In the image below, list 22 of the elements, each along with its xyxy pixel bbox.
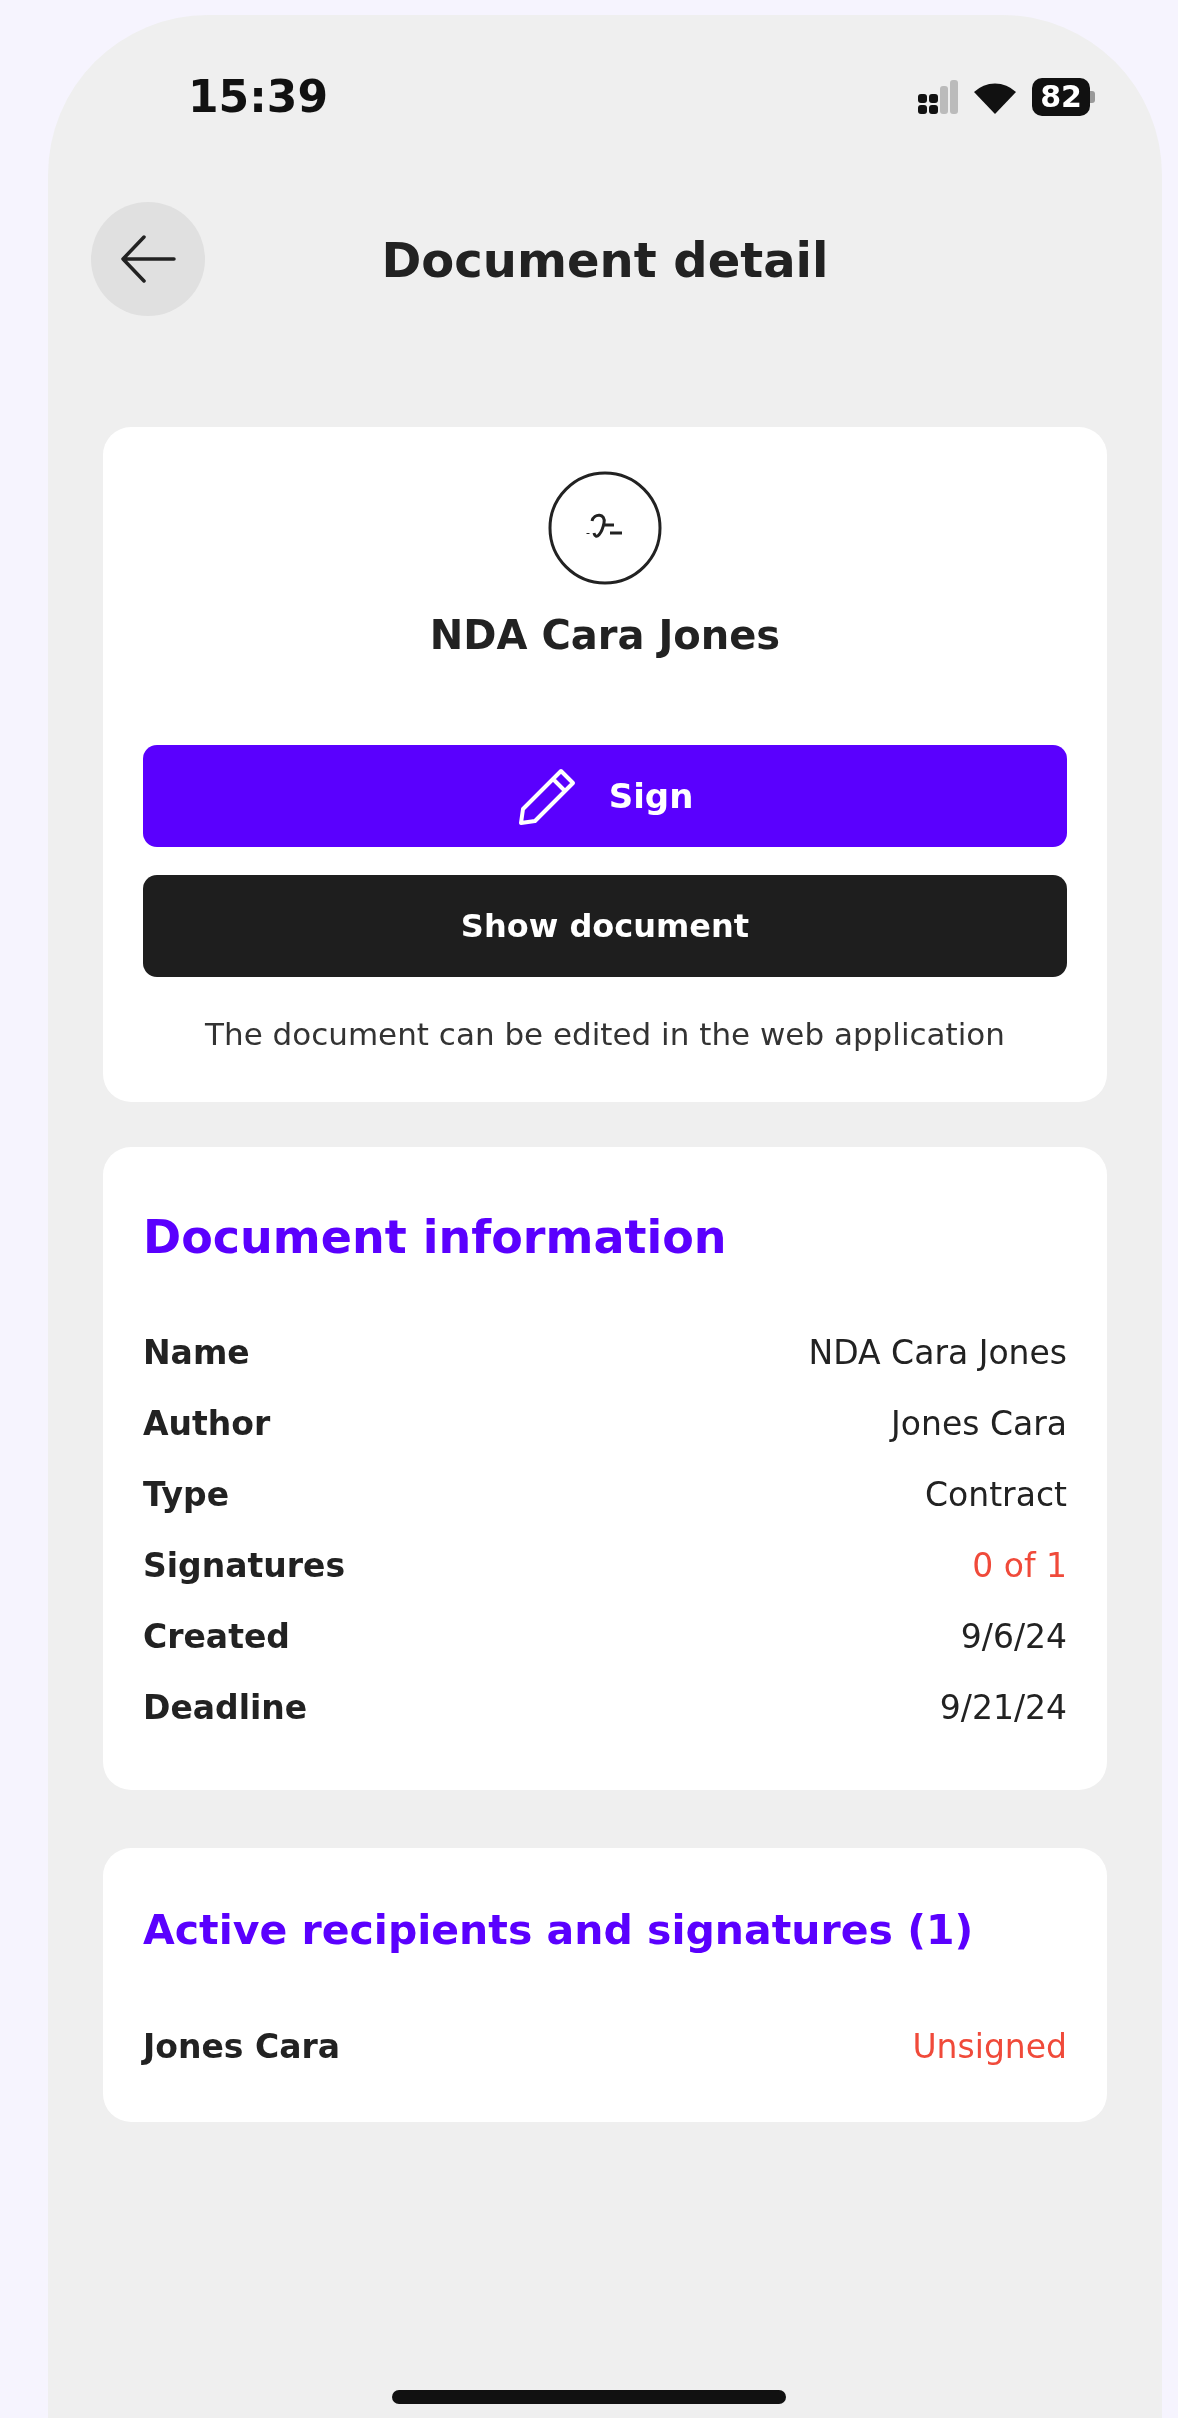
info-heading: Document information <box>143 1208 728 1266</box>
info-value: 9/6/24 <box>960 1616 1067 1659</box>
document-title: NDA Cara Jones <box>429 611 781 660</box>
info-label: Author <box>143 1403 271 1446</box>
info-label: Signatures <box>143 1545 346 1588</box>
sign-button[interactable]: Sign <box>143 745 1067 847</box>
show-document-button[interactable]: Show document <box>143 875 1067 977</box>
info-value: Jones Cara <box>891 1403 1067 1446</box>
recipient-name: Jones Cara <box>143 2025 340 2068</box>
info-value: 9/21/24 <box>939 1687 1067 1730</box>
signature-status: Unsigned <box>912 2025 1067 2068</box>
info-label: Deadline <box>143 1687 308 1730</box>
info-value: NDA Cara Jones <box>808 1332 1067 1375</box>
info-label: Type <box>143 1474 230 1517</box>
edit-note: The document can be edited in the web application <box>205 1015 1005 1054</box>
info-value: 0 of 1 <box>972 1545 1067 1588</box>
info-label: Name <box>143 1332 250 1375</box>
page-title: Document detail <box>381 231 829 290</box>
info-label: Created <box>143 1616 290 1659</box>
status-time: 15:39 <box>188 70 329 124</box>
info-value: Contract <box>925 1474 1067 1517</box>
recipients-heading: Active recipients and signatures (1) <box>143 1904 975 1956</box>
